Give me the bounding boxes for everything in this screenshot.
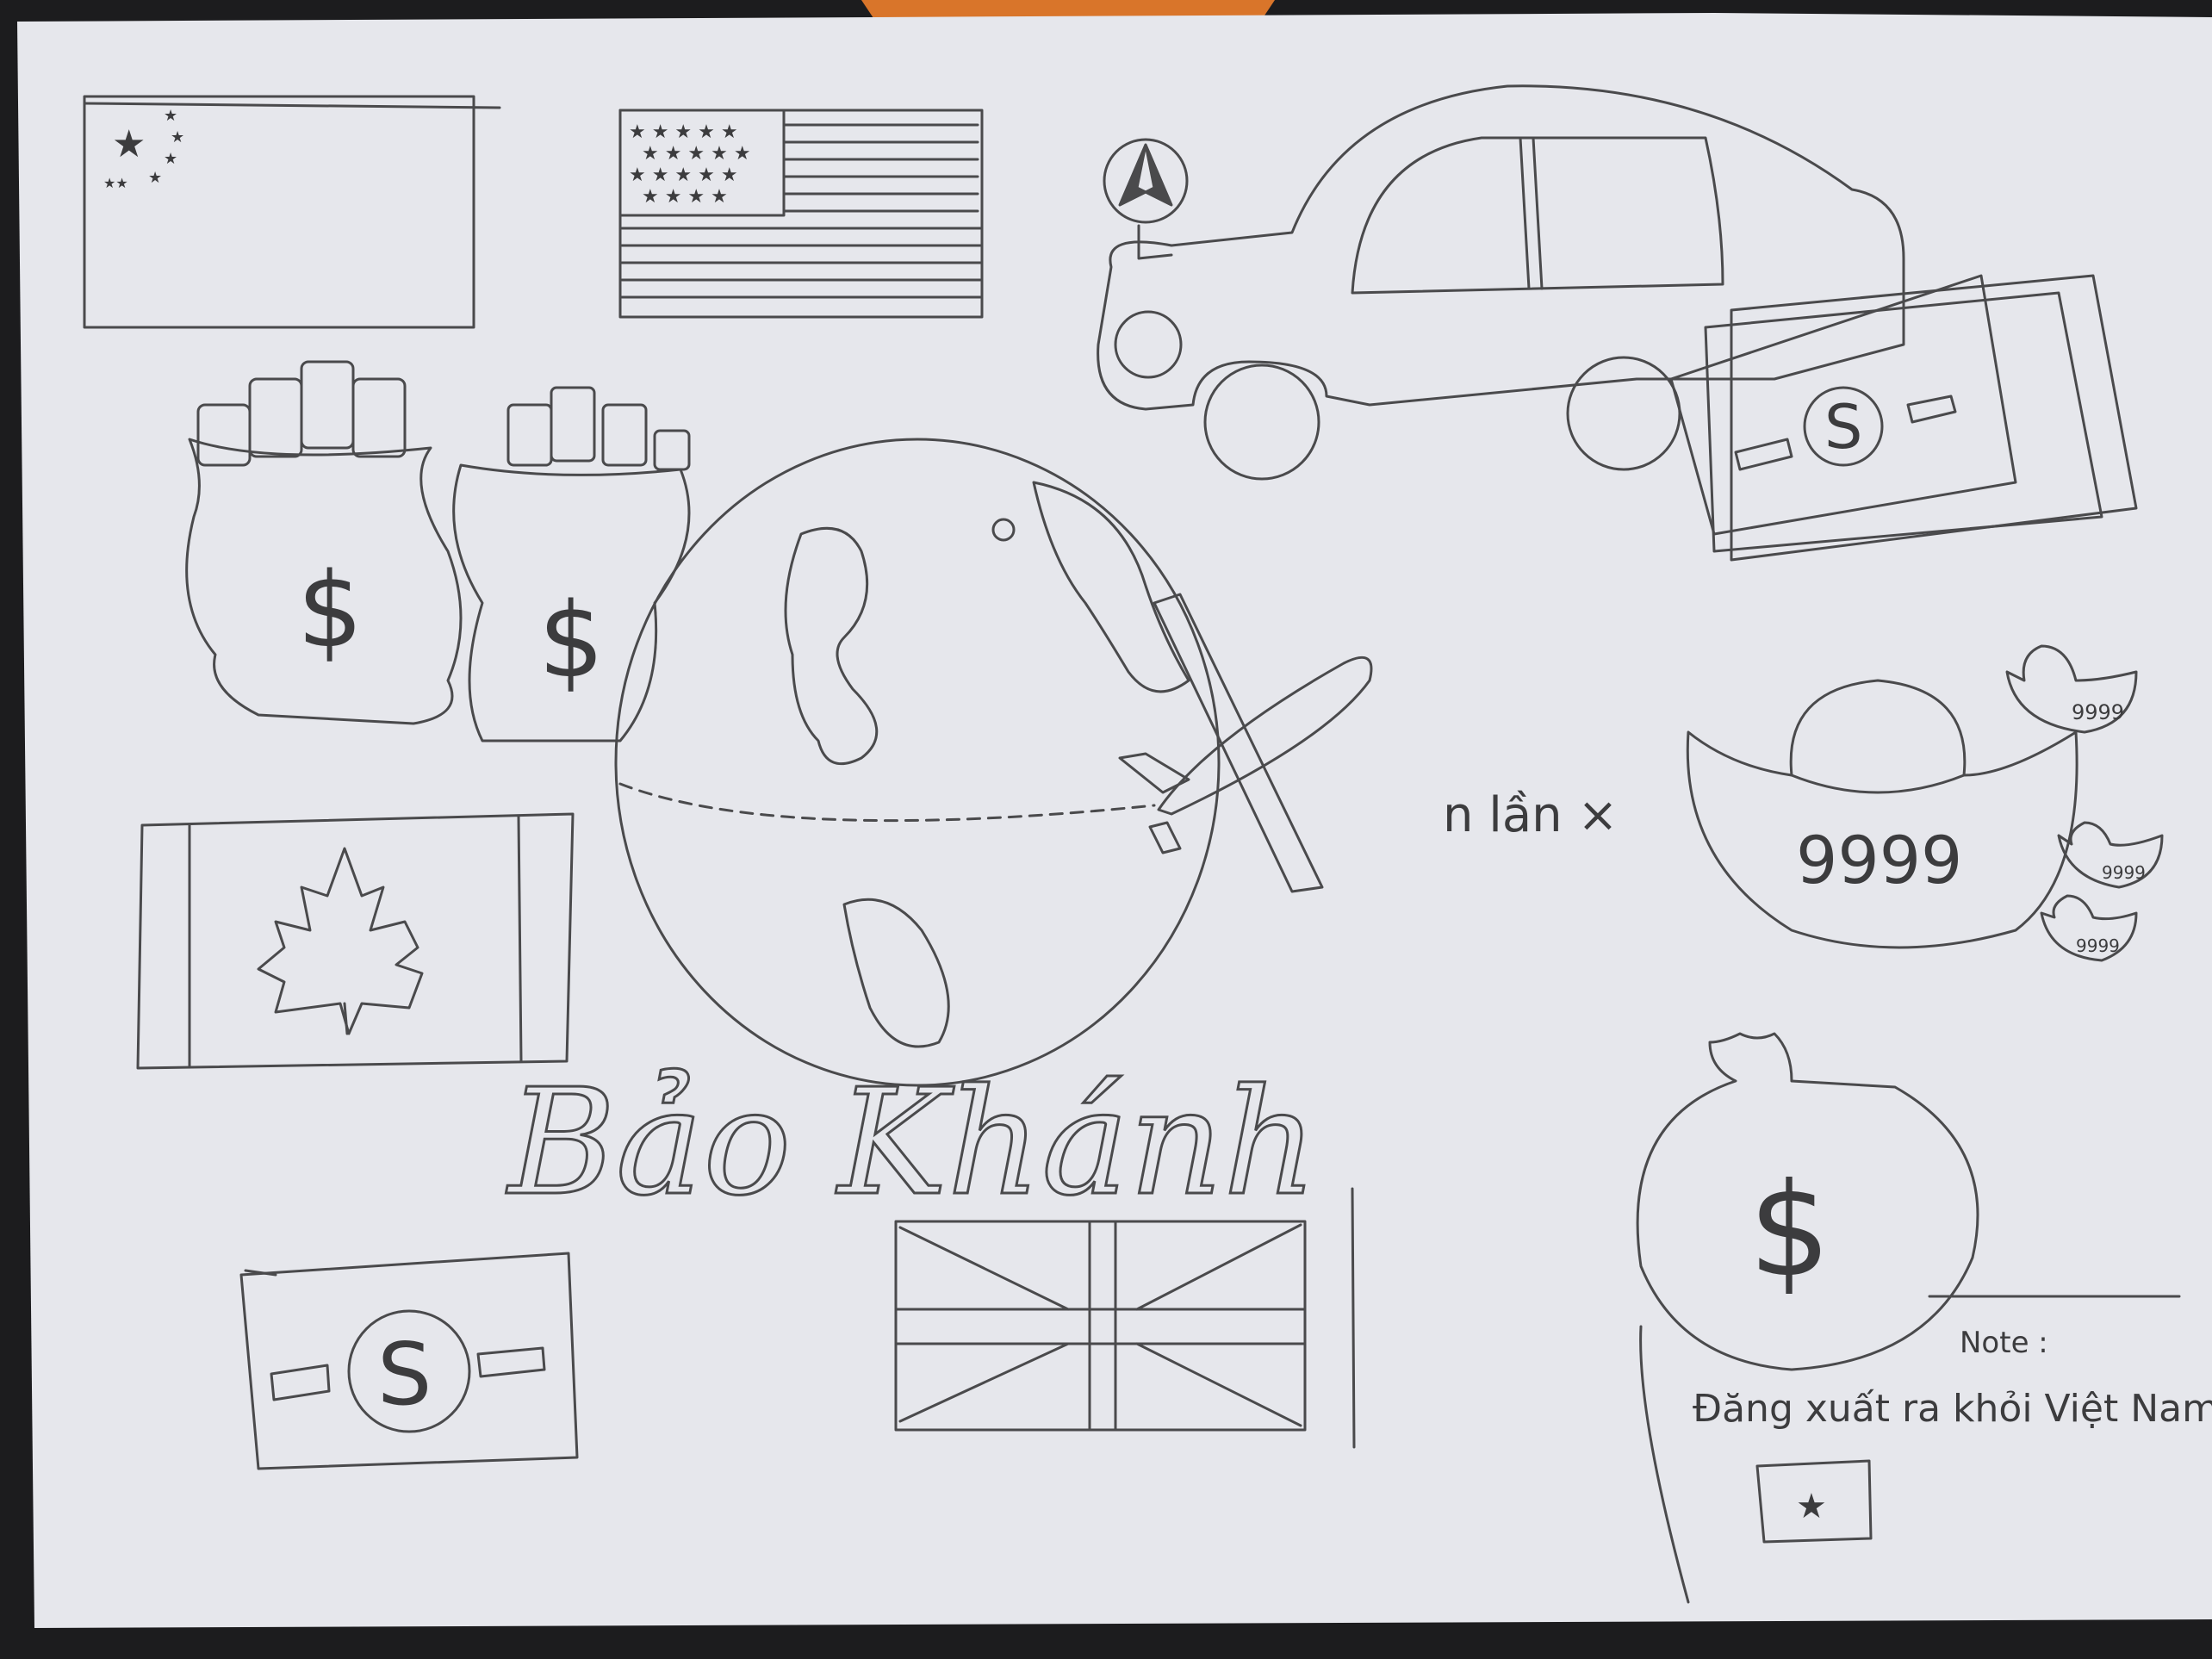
note-text: Đăng xuất ra khỏi Việt Nam: [1693, 1387, 2212, 1431]
svg-text:★ ★ ★ ★ ★: ★ ★ ★ ★ ★: [642, 143, 751, 165]
gold-ingot-small-label: 9999: [2072, 700, 2124, 724]
svg-text:★: ★: [1796, 1487, 1827, 1526]
svg-text:★ ★ ★ ★: ★ ★ ★ ★: [642, 186, 728, 208]
svg-text:★: ★: [171, 128, 184, 146]
gold-ingot-big-label: 9999: [1796, 822, 1962, 898]
sketch-photo: ★ ★ ★ ★ ★ ★★ ★ ★ ★ ★ ★ ★ ★ ★ ★ ★ ★ ★ ★ ★…: [0, 0, 2212, 1659]
name-title: Bảo Khánh: [506, 1058, 1317, 1228]
svg-text:★: ★: [164, 150, 177, 168]
money-bag-dollar: $: [1749, 1156, 1830, 1306]
note-label: Note :: [1960, 1326, 2048, 1360]
money-bag-dollar: $: [538, 581, 604, 701]
svg-text:★: ★: [112, 122, 146, 166]
gold-ingot-small-label: 9999: [2102, 862, 2146, 883]
money-bag-dollar: $: [297, 551, 363, 671]
gold-ingot-small-label: 9999: [2076, 935, 2120, 956]
svg-text:★ ★ ★ ★ ★: ★ ★ ★ ★ ★: [629, 165, 738, 186]
svg-text:★: ★: [148, 169, 162, 187]
banknote-s-label: S: [377, 1324, 432, 1425]
svg-text:★ ★ ★ ★ ★: ★ ★ ★ ★ ★: [629, 121, 738, 143]
multiplier-text: n lần ×: [1443, 787, 1618, 843]
svg-text:★★: ★★: [103, 175, 128, 191]
svg-text:★: ★: [164, 107, 177, 125]
banknote-s-label: S: [1824, 392, 1862, 463]
